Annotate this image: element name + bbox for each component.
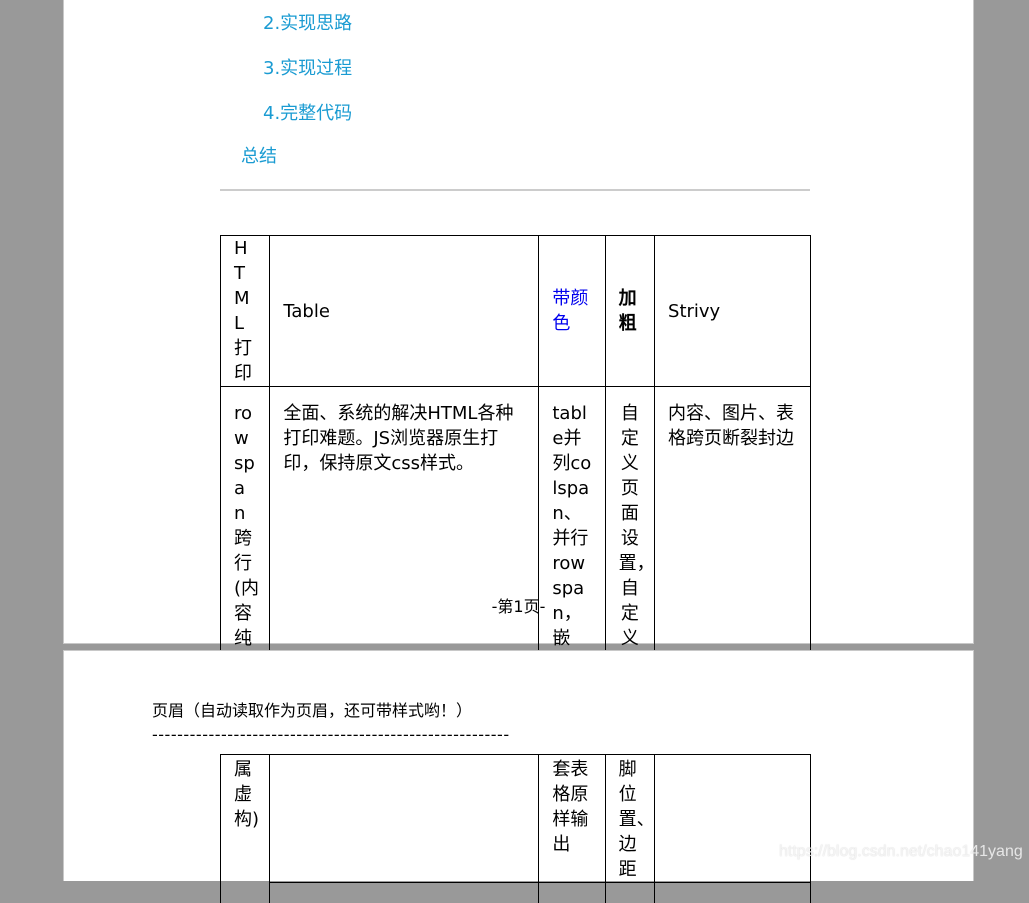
toc-link-complete-code[interactable]: 4.完整代码 <box>263 102 352 126</box>
header-cell-strivy: Strivy <box>655 236 811 387</box>
table-cell: 脚位置、边距 <box>605 755 654 883</box>
header-cell-table: Table <box>270 236 539 387</box>
divider <box>220 189 810 191</box>
table-cell <box>605 883 654 903</box>
table-cell: 套表格原样输出 <box>539 755 605 883</box>
header-cell-colored: 带颜色 <box>539 236 605 387</box>
table-cell <box>655 755 811 883</box>
page-number: -第1页- <box>64 596 973 618</box>
table-header-row: HTML打印 Table 带颜色 加粗 Strivy <box>221 236 811 387</box>
demo-table-page-2: 属虚构) 套表格原样输出 脚位置、边距 <box>220 754 811 903</box>
table-cell <box>539 883 605 903</box>
toc-link-implementation-process[interactable]: 3.实现过程 <box>263 57 352 81</box>
table-cell <box>270 883 539 903</box>
table-cell: 属虚构) <box>221 755 270 903</box>
table-row <box>221 883 811 903</box>
table-cell <box>270 755 539 883</box>
table-row: 属虚构) 套表格原样输出 脚位置、边距 <box>221 755 811 883</box>
table-cell <box>655 883 811 903</box>
page-header-text: 页眉（自动读取作为页眉，还可带样式哟！） <box>152 700 472 722</box>
print-page-1: 2.实现思路 3.实现过程 4.完整代码 总结 HTML打印 Table 带颜色… <box>63 0 974 644</box>
page-header-rule: ----------------------------------------… <box>152 727 510 743</box>
watermark: https://blog.csdn.net/chao141yang <box>779 843 1023 861</box>
toc-link-implementation-idea[interactable]: 2.实现思路 <box>263 12 352 36</box>
toc-link-summary[interactable]: 总结 <box>241 145 277 169</box>
header-cell-bold: 加粗 <box>605 236 654 387</box>
header-cell-html-print: HTML打印 <box>221 236 270 387</box>
